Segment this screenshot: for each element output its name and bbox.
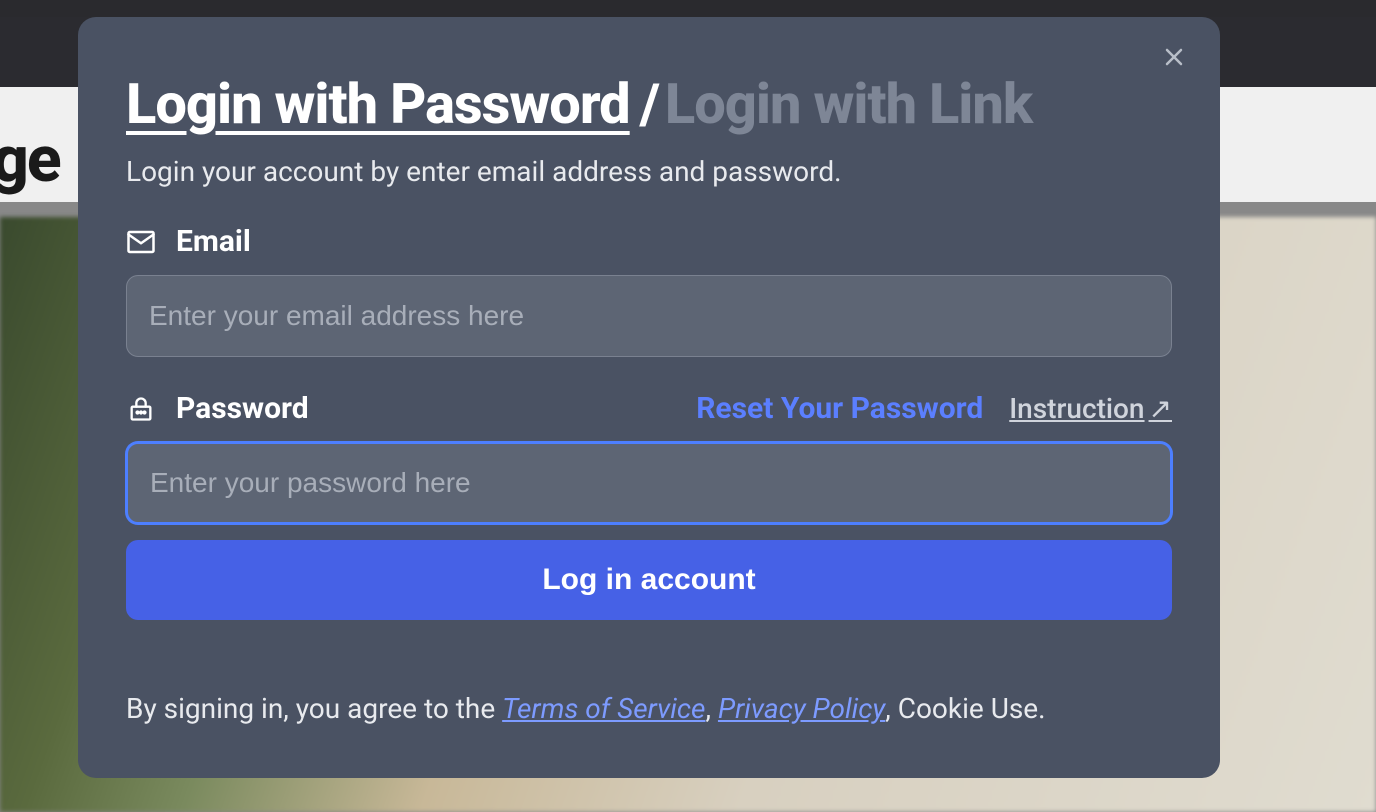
close-icon: [1164, 47, 1184, 67]
password-label: Password: [176, 391, 309, 426]
external-arrow-icon: ↗: [1149, 392, 1172, 425]
tab-separator: /: [640, 71, 659, 137]
password-input[interactable]: [126, 442, 1172, 524]
lock-icon: [126, 394, 156, 424]
instruction-link[interactable]: Instruction ↗: [1009, 392, 1172, 425]
background-heading-fragment: age: [0, 122, 60, 197]
instruction-link-text: Instruction: [1009, 392, 1144, 425]
email-label-row: Email: [126, 224, 1172, 259]
browser-top-bar: [0, 0, 1376, 17]
login-submit-button[interactable]: Log in account: [126, 540, 1172, 620]
password-label-row: Password Reset Your Password Instruction…: [126, 391, 1172, 426]
email-label: Email: [176, 224, 251, 259]
login-subtitle: Login your account by enter email addres…: [126, 155, 1172, 188]
terms-of-service-link[interactable]: Terms of Service: [502, 692, 705, 725]
privacy-policy-link[interactable]: Privacy Policy: [718, 692, 885, 725]
agreement-text: By signing in, you agree to the Terms of…: [126, 688, 1172, 730]
agreement-suffix: , Cookie Use.: [885, 692, 1045, 725]
login-mode-tabs: Login with Password / Login with Link: [126, 71, 1172, 137]
email-icon: [126, 227, 156, 257]
agreement-comma1: ,: [705, 692, 717, 725]
reset-password-link[interactable]: Reset Your Password: [696, 391, 983, 426]
tab-login-password[interactable]: Login with Password: [126, 71, 630, 137]
login-modal: Login with Password / Login with Link Lo…: [78, 17, 1220, 778]
agreement-prefix: By signing in, you agree to the: [126, 692, 502, 725]
tab-login-link[interactable]: Login with Link: [665, 71, 1032, 137]
close-button[interactable]: [1158, 41, 1190, 73]
email-input[interactable]: [126, 275, 1172, 357]
